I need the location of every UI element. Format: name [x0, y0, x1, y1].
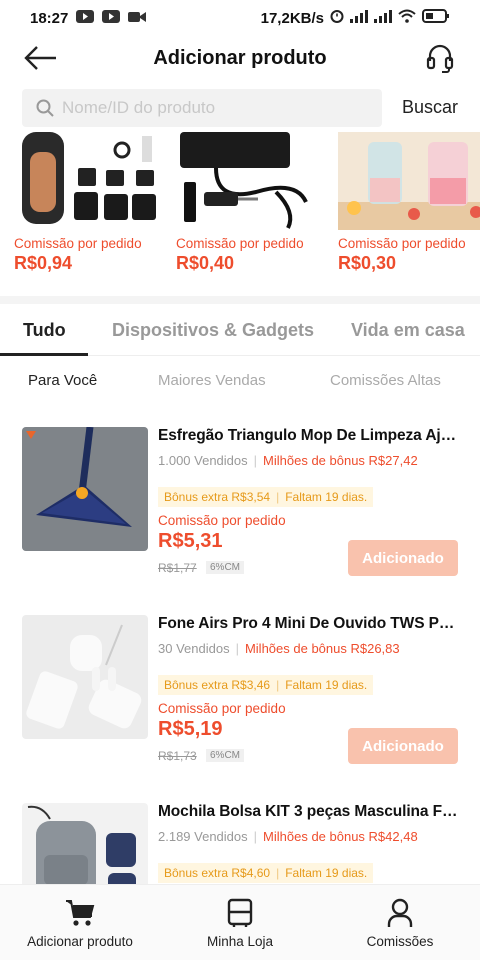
extra-bonus-text: Bônus extra R$3,54 [164, 490, 271, 504]
mop-image [22, 427, 148, 551]
status-time: 18:27 [30, 9, 69, 27]
old-commission: R$1,77 [158, 561, 197, 575]
featured-item[interactable]: Comissão por pedido R$0,94 [14, 132, 164, 292]
active-tab-indicator [0, 353, 88, 356]
network-speed: 17,2KB/s [260, 9, 324, 27]
tab-tudo[interactable]: Tudo [23, 320, 66, 341]
page-title: Adicionar produto [153, 46, 327, 69]
featured-commission-label: Comissão por pedido [14, 236, 142, 251]
product-title: Mochila Bolsa KIT 3 peças Masculina Femi… [158, 803, 458, 820]
commission-price: R$5,19 [158, 718, 223, 740]
bonus-text: Milhões de bônus R$26,83 [244, 641, 400, 656]
badge-separator: | [276, 490, 280, 504]
youtube-icon [102, 9, 121, 27]
featured-products: Comissão por pedido R$0,94 Comissão por … [0, 132, 480, 292]
extra-bonus-badge: Bônus extra R$3,46 | Faltam 19 dias. [158, 675, 374, 695]
tab-dispositivos-gadgets[interactable]: Dispositivos & Gadgets [112, 320, 314, 341]
signal-icon [374, 9, 392, 27]
featured-commission-price: R$0,94 [14, 253, 73, 273]
search-box [22, 89, 382, 127]
days-left-text: Faltam 19 dias. [285, 866, 368, 880]
featured-commission-label: Comissão por pedido [176, 236, 304, 251]
subtab-para-voce[interactable]: Para Você [28, 372, 97, 389]
earbuds-image [22, 615, 148, 739]
back-button[interactable] [20, 40, 60, 76]
video-camera-icon [128, 10, 147, 27]
added-button[interactable]: Adicionado [348, 728, 458, 764]
search-button[interactable]: Buscar [402, 97, 458, 118]
extra-bonus-badge: Bônus extra R$3,54 | Faltam 19 dias. [158, 487, 374, 507]
product-title: Esfregão Triangulo Mop De Limpeza Ajustá… [158, 427, 458, 444]
product-meta: 2.189 Vendidos | Milhões de bônus R$42,48 [158, 829, 418, 844]
product-title: Fone Airs Pro 4 Mini De Ouvido TWS Pro B… [158, 615, 458, 632]
nav-commissions[interactable]: Comissões [320, 885, 480, 960]
bonus-text: Milhões de bônus R$42,48 [263, 829, 418, 844]
sold-count: 2.189 Vendidos [158, 829, 248, 844]
search-icon [36, 99, 54, 117]
power-adapter-image [176, 132, 322, 230]
featured-item[interactable]: Comissão por pedido R$0,40 [176, 132, 326, 292]
subtab-maiores-vendas[interactable]: Maiores Vendas [158, 372, 266, 389]
search-input[interactable] [62, 98, 362, 118]
nav-my-store[interactable]: Minha Loja [160, 885, 320, 960]
alarm-icon [330, 9, 344, 27]
search-row: Buscar [0, 89, 480, 129]
badge-separator: | [276, 678, 280, 692]
meta-separator: | [235, 641, 239, 656]
commission-label: Comissão por pedido [158, 701, 286, 716]
extra-bonus-text: Bônus extra R$3,46 [164, 678, 271, 692]
extra-bonus-text: Bônus extra R$4,60 [164, 866, 271, 880]
extra-bonus-badge: Bônus extra R$4,60 | Faltam 19 dias. [158, 863, 374, 883]
nav-label: Adicionar produto [27, 934, 133, 949]
product-item[interactable]: Fone Airs Pro 4 Mini De Ouvido TWS Pro B… [0, 615, 480, 795]
days-left-text: Faltam 19 dias. [285, 490, 368, 504]
badge-separator: | [276, 866, 280, 880]
status-bar: 18:27 17,2KB/s [0, 0, 480, 36]
sold-count: 1.000 Vendidos [158, 453, 248, 468]
category-tabs: Tudo Dispositivos & Gadgets Vida em casa [0, 306, 480, 356]
headset-icon [426, 44, 454, 73]
arrow-left-icon [24, 46, 56, 70]
blender-image [338, 132, 480, 230]
section-divider [0, 296, 480, 304]
backpack-image [22, 803, 148, 884]
cm-rate-badge: 6%CM [206, 749, 245, 762]
cm-rate-badge: 6%CM [206, 561, 245, 574]
product-item[interactable]: Esfregão Triangulo Mop De Limpeza Ajustá… [0, 427, 480, 607]
product-meta: 1.000 Vendidos | Milhões de bônus R$27,42 [158, 453, 418, 468]
featured-item[interactable]: Comissão por pedido R$0,30 [338, 132, 480, 292]
product-meta: 30 Vendidos | Milhões de bônus R$26,83 [158, 641, 400, 656]
person-icon [387, 897, 413, 929]
featured-commission-label: Comissão por pedido [338, 236, 466, 251]
old-commission: R$1,73 [158, 749, 197, 763]
bonus-text: Milhões de bônus R$27,42 [263, 453, 418, 468]
days-left-text: Faltam 19 dias. [285, 678, 368, 692]
store-icon [227, 897, 253, 929]
meta-separator: | [253, 829, 258, 844]
commission-price: R$5,31 [158, 530, 223, 552]
youtube-icon [76, 9, 95, 27]
commission-label: Comissão por pedido [158, 513, 286, 528]
nav-label: Comissões [366, 934, 434, 949]
product-item[interactable]: Mochila Bolsa KIT 3 peças Masculina Femi… [0, 803, 480, 884]
featured-commission-price: R$0,40 [176, 253, 235, 273]
header: Adicionar produto [0, 36, 480, 80]
subtab-comissoes-altas[interactable]: Comissões Altas [330, 372, 441, 389]
battery-icon [422, 9, 450, 27]
nav-add-product[interactable]: Adicionar produto [0, 885, 160, 960]
sold-count: 30 Vendidos [158, 641, 230, 656]
wifi-icon [398, 9, 416, 27]
hair-clipper-kit-image [14, 132, 160, 230]
added-button[interactable]: Adicionado [348, 540, 458, 576]
signal-icon [350, 9, 368, 27]
cart-icon [65, 897, 95, 929]
sub-tabs: Para Você Maiores Vendas Comissões Altas [0, 372, 480, 396]
support-button[interactable] [420, 40, 460, 76]
tab-vida-em-casa[interactable]: Vida em casa [351, 320, 465, 341]
bottom-nav: Adicionar produto Minha Loja Comissões [0, 884, 480, 960]
featured-commission-price: R$0,30 [338, 253, 397, 273]
nav-label: Minha Loja [206, 934, 274, 949]
meta-separator: | [253, 453, 258, 468]
